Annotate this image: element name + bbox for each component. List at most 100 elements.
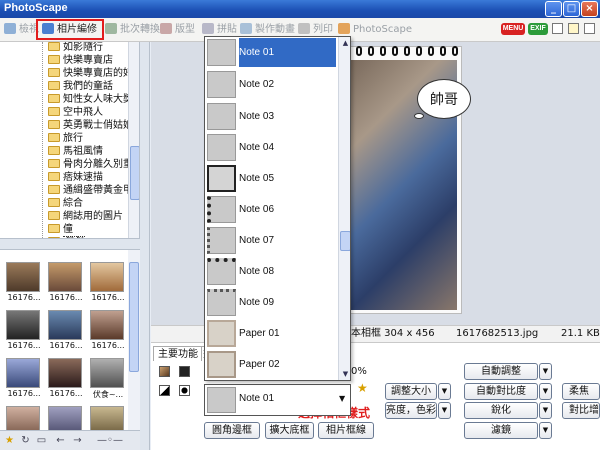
scroll-down-icon[interactable]: ▼: [340, 369, 350, 380]
tree-item[interactable]: 網誌用的圖片: [48, 210, 123, 223]
thumbnail[interactable]: 16176...: [48, 262, 84, 304]
tree-item[interactable]: 英勇戰士俏姑娘: [48, 119, 133, 132]
thumbnail[interactable]: 伏食~...: [90, 358, 126, 400]
tree-item[interactable]: 旅行: [48, 132, 83, 145]
list-item[interactable]: Note 05: [205, 163, 338, 194]
tab-main-functions[interactable]: 主要功能: [153, 346, 203, 361]
folder-icon: [48, 133, 60, 142]
thumbnail[interactable]: [48, 406, 84, 430]
star-icon[interactable]: ★: [4, 435, 15, 446]
list-item[interactable]: Paper 02: [205, 349, 338, 380]
spiral-ring: [392, 46, 398, 56]
scroll-thumb[interactable]: [340, 231, 350, 251]
forward-arrow-icon[interactable]: →: [72, 435, 83, 446]
sharpen-button[interactable]: 銳化: [464, 402, 538, 419]
tab-page[interactable]: 版型: [160, 22, 195, 38]
soften-button[interactable]: 柔焦: [562, 383, 600, 400]
zoom-slider[interactable]: —◦—: [90, 435, 130, 446]
sharpen-dropdown[interactable]: ▼: [539, 402, 552, 419]
frame-thumbnail-icon: [207, 227, 236, 254]
thumbnail[interactable]: [6, 406, 42, 430]
tree-item[interactable]: 骨肉分離久別重: [48, 158, 133, 171]
thumbnail[interactable]: 16176...: [48, 358, 84, 400]
tree-item[interactable]: 空中飛人: [48, 106, 103, 119]
folder-open-icon[interactable]: ▭: [36, 435, 47, 446]
filter-dropdown[interactable]: ▼: [539, 422, 552, 439]
resize-dropdown[interactable]: ▼: [438, 383, 451, 400]
close-button[interactable]: ×: [581, 1, 598, 17]
folder-icon[interactable]: [568, 23, 579, 34]
auto-level-button[interactable]: 自動調整: [464, 363, 538, 380]
folder-icon: [48, 120, 60, 129]
minimize-button[interactable]: _: [545, 1, 562, 17]
tab-batch[interactable]: 批次轉換: [105, 22, 160, 38]
frame-style-list: Note 01 Note 02 Note 03 Note 04 Note 05 …: [204, 36, 351, 381]
swatch-icon[interactable]: [159, 366, 170, 377]
scroll-thumb[interactable]: [129, 262, 139, 372]
scroll-thumb[interactable]: [130, 146, 139, 200]
auto-contrast-dropdown[interactable]: ▼: [539, 383, 552, 400]
brightness-dropdown[interactable]: ▼: [438, 402, 451, 419]
thumbnail-image: [6, 358, 40, 388]
auto-contrast-button[interactable]: 自動對比度: [464, 383, 538, 400]
auto-level-dropdown[interactable]: ▼: [539, 363, 552, 380]
exif-button[interactable]: EXIF: [528, 23, 548, 35]
thumbnail[interactable]: [90, 406, 126, 430]
tree-item[interactable]: 如影隨行: [48, 42, 103, 54]
settings-icon[interactable]: [552, 23, 563, 34]
horizontal-splitter[interactable]: [0, 238, 140, 250]
help-icon[interactable]: [584, 23, 595, 34]
thumbnail[interactable]: 16176...: [6, 310, 42, 352]
tree-item[interactable]: 馬祖風情: [48, 145, 103, 158]
spiral-ring: [416, 46, 422, 56]
thumbnail[interactable]: 16176...: [90, 310, 126, 352]
round-frame-button[interactable]: 圓角邊框: [204, 422, 260, 439]
tree-item[interactable]: 快樂專賣店: [48, 54, 113, 67]
tree-item[interactable]: 知性女人味大獎: [48, 93, 133, 106]
swatch-icon[interactable]: [159, 385, 170, 396]
tree-item[interactable]: 通緝盛帶黃金甲: [48, 184, 133, 197]
list-item[interactable]: Note 03: [205, 101, 338, 132]
tree-scrollbar[interactable]: [128, 42, 139, 238]
tree-item[interactable]: 我們的童話: [48, 80, 113, 93]
expand-background-button[interactable]: 擴大底框: [265, 422, 314, 439]
tree-item[interactable]: 快樂專賣店的好: [48, 67, 133, 80]
list-item[interactable]: Note 08: [205, 256, 338, 287]
thumbnail[interactable]: 16176...: [48, 310, 84, 352]
contrast-enhance-button[interactable]: 對比增: [562, 402, 600, 419]
list-item[interactable]: Note 07: [205, 225, 338, 256]
tree-item[interactable]: 綜合: [48, 197, 83, 210]
frame-style-select[interactable]: Note 01 ▼: [204, 384, 351, 416]
brightness-button[interactable]: 亮度，色彩: [385, 402, 437, 419]
list-item[interactable]: Note 06: [205, 194, 338, 225]
thumbnail-grid: 16176... 16176... 16176... 16176... 1617…: [0, 250, 140, 430]
thumbnail-scrollbar[interactable]: [128, 250, 140, 430]
tree-item[interactable]: 僮: [48, 223, 73, 236]
list-item[interactable]: Note 01: [205, 37, 338, 68]
thumbnail[interactable]: 16176...: [6, 358, 42, 400]
list-item[interactable]: Paper 01: [205, 318, 338, 349]
vertical-splitter[interactable]: [140, 42, 150, 450]
resize-button[interactable]: 調整大小: [385, 383, 437, 400]
thumbnail[interactable]: 16176...: [90, 262, 126, 304]
filter-button[interactable]: 濾鏡: [464, 422, 538, 439]
frame-style-value: Note 01: [239, 393, 275, 404]
dropdown-scrollbar[interactable]: ▲ ▼: [338, 37, 350, 380]
photo-frame-button[interactable]: 相片框線: [318, 422, 374, 439]
list-item[interactable]: Note 04: [205, 132, 338, 163]
list-item[interactable]: Note 09: [205, 287, 338, 318]
menu-button[interactable]: MENU: [501, 23, 525, 35]
back-arrow-icon[interactable]: ←: [55, 435, 66, 446]
scroll-up-icon[interactable]: ▲: [340, 38, 350, 49]
tree-item[interactable]: 痞妹速描: [48, 171, 103, 184]
maximize-button[interactable]: □: [563, 1, 580, 17]
tab-viewer[interactable]: 檢視: [4, 22, 39, 38]
swatch-icon[interactable]: [179, 385, 190, 396]
chevron-down-icon[interactable]: ▼: [339, 394, 345, 403]
list-item[interactable]: Note 02: [205, 69, 338, 100]
swatch-icon[interactable]: [179, 366, 190, 377]
star-icon[interactable]: ★: [357, 381, 368, 395]
thumbnail[interactable]: 16176...: [6, 262, 42, 304]
frame-size-label: 本相框 304 x 456: [351, 328, 435, 339]
rotate-icon[interactable]: ↻: [20, 435, 31, 446]
